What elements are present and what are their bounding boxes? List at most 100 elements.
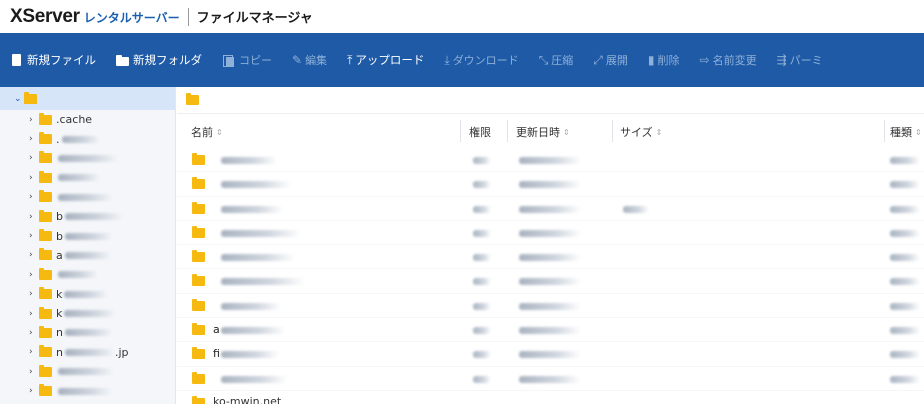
tree-item[interactable]: › — [0, 362, 175, 381]
new-file-button[interactable]: 新規ファイル — [0, 33, 106, 87]
column-divider — [612, 120, 613, 142]
redacted-text — [519, 157, 581, 164]
chevron-right-icon[interactable]: › — [29, 328, 39, 338]
table-row[interactable]: ko-mwin.net — [177, 391, 924, 404]
compress-button[interactable]: ⤡ 圧縮 — [529, 33, 584, 87]
redacted-text — [58, 193, 113, 201]
upload-button[interactable]: ⤒ アップロード — [337, 33, 434, 87]
chevron-down-icon[interactable]: ⌄ — [14, 94, 24, 104]
copy-button[interactable]: コピー — [212, 33, 282, 87]
tree-item[interactable]: › a — [0, 246, 175, 265]
tree-item[interactable]: › — [0, 149, 175, 168]
folder-icon — [192, 371, 205, 384]
chevron-right-icon[interactable]: › — [29, 153, 39, 163]
table-row[interactable]: a — [177, 318, 924, 343]
redacted-text — [890, 229, 920, 237]
chevron-right-icon[interactable]: › — [29, 250, 39, 260]
redacted-text — [58, 368, 114, 376]
folder-icon — [192, 323, 205, 336]
tree-item[interactable]: › n — [0, 323, 175, 342]
tree-item[interactable]: › — [0, 188, 175, 207]
table-row[interactable] — [177, 294, 924, 319]
column-modified[interactable]: 更新日時 ⇕ — [516, 124, 570, 140]
tree-item[interactable]: › — [0, 381, 175, 400]
compress-label: 圧縮 — [551, 54, 574, 67]
tree-item-label: . — [56, 132, 60, 146]
brand-logo[interactable]: XServer レンタルサーバー — [10, 6, 180, 28]
tree-item[interactable]: › b — [0, 226, 175, 245]
tree-item[interactable]: › n .jp — [0, 343, 175, 362]
tree-item[interactable]: › — [0, 265, 175, 284]
folder-icon — [39, 209, 52, 222]
table-row[interactable] — [177, 367, 924, 391]
redacted-text — [890, 205, 920, 213]
column-name[interactable]: 名前 ⇕ — [191, 124, 223, 140]
chevron-right-icon[interactable]: › — [29, 347, 39, 357]
column-type[interactable]: 種類 ⇕ — [890, 124, 922, 140]
folder-icon — [192, 298, 205, 311]
tree-item-label: .cache — [56, 113, 93, 127]
column-permission[interactable]: 権限 — [469, 124, 491, 140]
redacted-text — [58, 174, 100, 182]
redacted-text — [890, 181, 920, 189]
tree-root[interactable]: ⌄ — [0, 87, 175, 110]
permission-label: パーミ — [789, 54, 823, 67]
table-row[interactable] — [177, 172, 924, 197]
redacted-text — [221, 157, 277, 164]
table-row[interactable] — [177, 245, 924, 270]
redacted-text — [64, 251, 111, 259]
chevron-right-icon[interactable]: › — [29, 192, 39, 202]
redacted-text — [890, 375, 920, 383]
column-type-label: 種類 — [890, 126, 912, 139]
chevron-right-icon[interactable]: › — [29, 289, 39, 299]
current-folder-icon[interactable] — [186, 93, 199, 105]
tree-item[interactable]: › k — [0, 285, 175, 304]
rename-button[interactable]: ⇨ 名前変更 — [690, 33, 767, 87]
chevron-right-icon[interactable]: › — [29, 115, 39, 125]
toolbar: 新規ファイル 新規フォルダ コピー ✎ 編集 ⤒ アップロード ⤓ ダウンロード… — [0, 33, 924, 87]
tree-item-label: b — [56, 229, 63, 243]
tree-item[interactable]: › — [0, 168, 175, 187]
new-folder-button[interactable]: 新規フォルダ — [106, 33, 212, 87]
redacted-text — [473, 375, 491, 383]
redacted-text — [519, 181, 581, 189]
tree-item-suffix: .jp — [114, 345, 129, 359]
chevron-right-icon[interactable]: › — [29, 367, 39, 377]
tree-item[interactable]: ›. — [0, 129, 175, 148]
chevron-right-icon[interactable]: › — [29, 270, 39, 280]
table-row[interactable] — [177, 197, 924, 221]
sort-icon: ⇕ — [216, 127, 223, 137]
tree-item-label: k — [56, 287, 63, 301]
chevron-right-icon[interactable]: › — [29, 134, 39, 144]
redacted-text — [58, 154, 118, 162]
delete-button[interactable]: ▮ 削除 — [638, 33, 690, 87]
tree-item[interactable]: › k — [0, 304, 175, 323]
breadcrumb — [177, 87, 924, 114]
edit-button[interactable]: ✎ 編集 — [282, 33, 337, 87]
folder-icon — [39, 112, 52, 125]
table-row[interactable] — [177, 148, 924, 173]
table-row[interactable] — [177, 221, 924, 246]
row-name: ko-mwin.net — [213, 394, 282, 404]
chevron-right-icon[interactable]: › — [29, 386, 39, 396]
column-size[interactable]: サイズ ⇕ — [620, 124, 662, 140]
chevron-right-icon[interactable]: › — [29, 309, 39, 319]
folder-icon — [39, 306, 52, 319]
tree-item[interactable]: › .cache — [0, 110, 175, 129]
folder-icon — [192, 347, 205, 360]
table-row[interactable] — [177, 269, 924, 294]
redacted-text — [519, 205, 581, 213]
chevron-right-icon[interactable]: › — [29, 231, 39, 241]
redacted-text — [221, 327, 285, 335]
extract-button[interactable]: ⤢ 展開 — [583, 33, 638, 87]
app-header: XServer レンタルサーバー ファイルマネージャ — [0, 0, 924, 33]
row-name: a — [213, 323, 220, 337]
permission-button[interactable]: ⇶ パーミ — [767, 33, 833, 87]
chevron-right-icon[interactable]: › — [29, 173, 39, 183]
table-row[interactable]: fi — [177, 342, 924, 367]
chevron-right-icon[interactable]: › — [29, 212, 39, 222]
redacted-text — [890, 278, 920, 286]
redacted-text — [64, 329, 113, 337]
download-button[interactable]: ⤓ ダウンロード — [434, 33, 528, 87]
tree-item[interactable]: › b — [0, 207, 175, 226]
